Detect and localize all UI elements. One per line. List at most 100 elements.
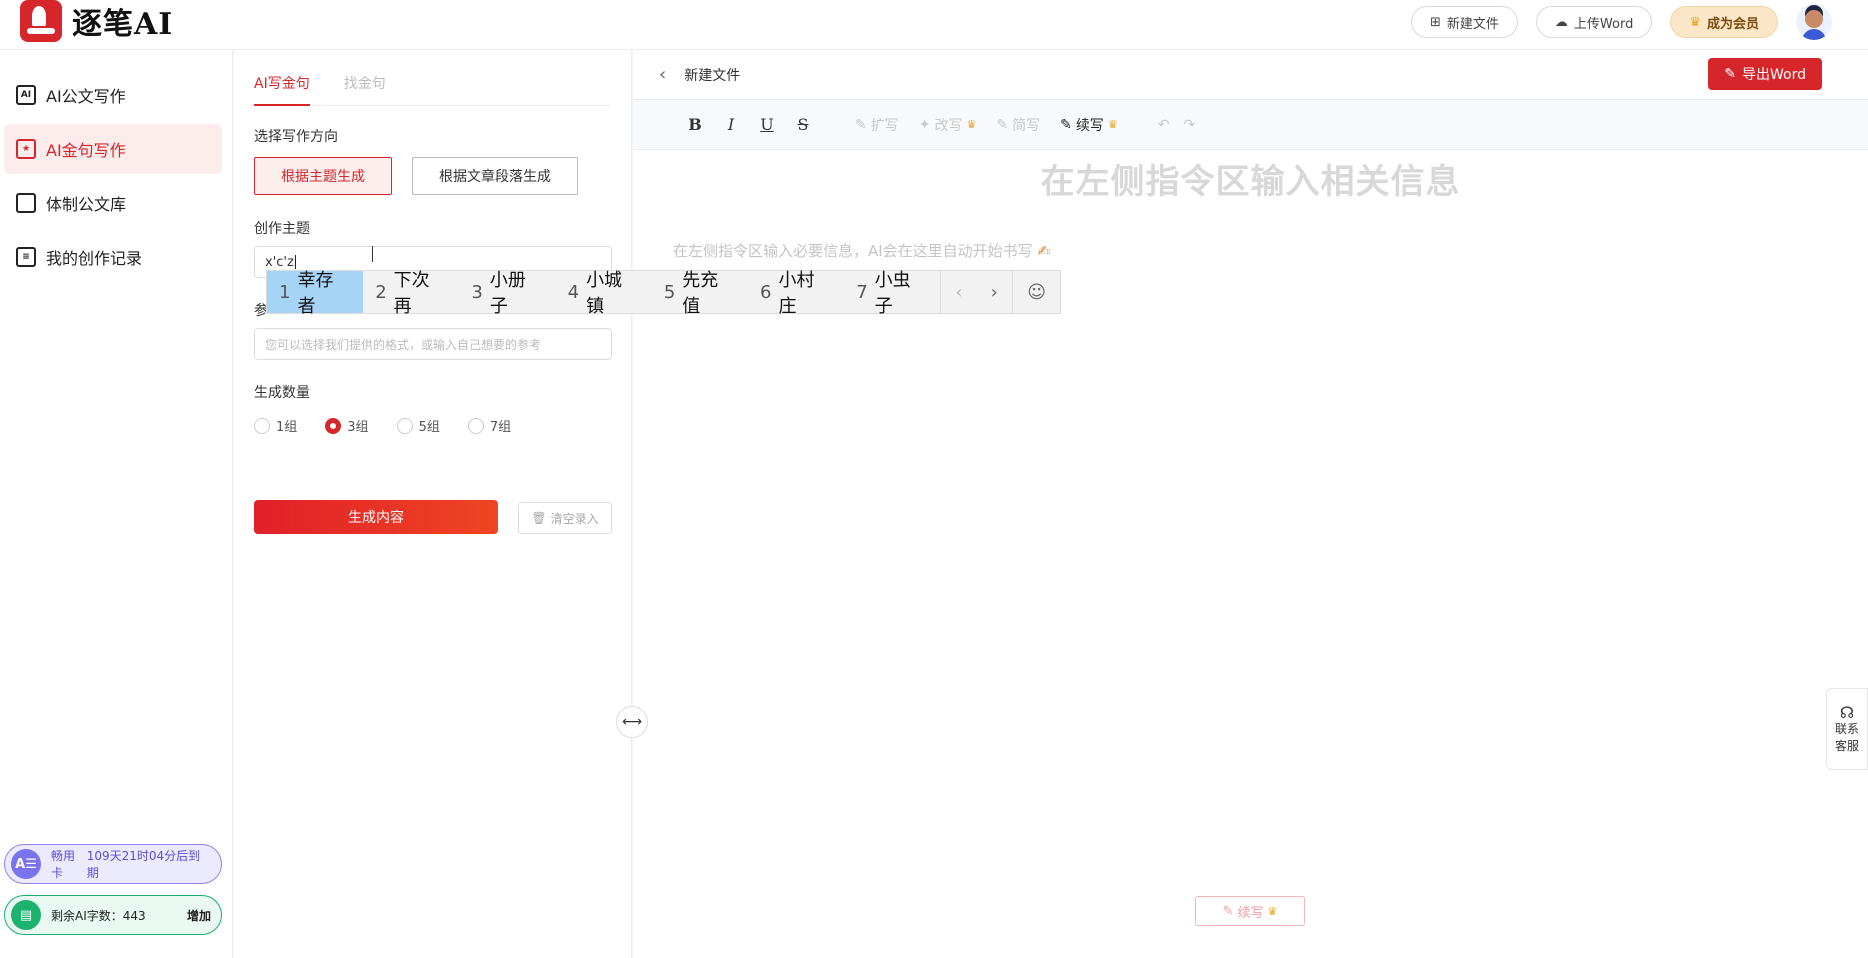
candidate-text: 小城镇 xyxy=(586,270,623,317)
vip-card[interactable]: A☰ 畅用卡 109天21时04分后到期 xyxy=(4,844,222,884)
text-caret xyxy=(294,255,296,269)
sidebar-item-label: AI公文写作 xyxy=(46,87,126,106)
candidate-text: 先充值 xyxy=(682,270,719,317)
candidate-number: 2 xyxy=(375,281,387,303)
expand-button[interactable]: ✎ 扩写 xyxy=(855,115,899,135)
ime-candidate[interactable]: 7 小虫子 xyxy=(844,270,940,317)
candidate-number: 1 xyxy=(279,281,291,303)
new-file-label: 新建文件 xyxy=(1446,16,1499,32)
add-words-button[interactable]: 增加 xyxy=(187,907,211,924)
direction-by-topic-button[interactable]: 根据主题生成 xyxy=(254,157,392,195)
candidate-text: 下次再 xyxy=(393,270,430,317)
underline-button[interactable]: U xyxy=(749,115,785,134)
sidebar-item-records[interactable]: ≡ 我的创作记录 xyxy=(4,232,222,282)
candidate-text: 小虫子 xyxy=(874,270,911,317)
crown-icon: ♛ xyxy=(1107,118,1118,131)
clear-button[interactable]: 🗑 清空录入 xyxy=(518,502,612,534)
ime-next-page-icon[interactable]: › xyxy=(976,271,1012,313)
topic-label: 创作主题 xyxy=(254,221,310,237)
count-radio-5[interactable]: 5组 xyxy=(396,416,440,435)
continue-button[interactable]: ✎ 续写 ♛ xyxy=(1060,115,1118,135)
customer-service-button[interactable]: ☊ 联系 客服 xyxy=(1826,688,1868,770)
candidate-text: 小册子 xyxy=(489,270,526,317)
candidate-number: 5 xyxy=(663,281,676,303)
logo-text: 逐笔AI xyxy=(72,7,174,42)
panel-resize-handle[interactable]: ⟷ xyxy=(616,706,648,738)
editor-hint-text: 在左侧指令区输入必要信息，AI会在这里自动开始书写 xyxy=(673,242,1033,260)
magic-wand-icon: ✦ xyxy=(918,116,931,133)
expand-label: 扩写 xyxy=(870,117,899,134)
expand-icon: ✎ xyxy=(855,116,867,133)
writing-hand-icon: ✍ xyxy=(1037,242,1051,260)
service-label-line1: 联系 xyxy=(1834,721,1859,736)
shorten-icon: ✎ xyxy=(996,116,1009,133)
export-word-button[interactable]: ✎ 导出Word xyxy=(1708,58,1822,90)
shorten-button[interactable]: ✎ 简写 xyxy=(996,115,1040,135)
count-radio-7[interactable]: 7组 xyxy=(467,416,512,435)
continue-label: 续写 xyxy=(1075,117,1104,134)
count-radio-group: 1组 3组 5组 7组 xyxy=(254,416,511,435)
new-file-button[interactable]: ⊞ 新建文件 xyxy=(1410,6,1518,38)
tab-find-quote[interactable]: 找金句 xyxy=(344,74,386,106)
sidebar-item-label: AI金句写作 xyxy=(46,141,126,160)
radio-circle xyxy=(325,417,342,434)
export-word-label: 导出Word xyxy=(1742,67,1806,83)
user-avatar[interactable] xyxy=(1796,4,1832,40)
ime-emoji-icon[interactable]: ☺ xyxy=(1012,271,1060,313)
crown-icon: ♛ xyxy=(1689,14,1701,30)
ime-candidate[interactable]: 4 小城镇 xyxy=(556,270,652,317)
service-label-line2: 客服 xyxy=(1834,738,1859,753)
upload-word-label: 上传Word xyxy=(1573,16,1634,32)
sidebar-item-ai-doc[interactable]: AI AI公文写作 xyxy=(4,70,222,120)
editor-title-placeholder[interactable]: 在左侧指令区输入相关信息 xyxy=(633,154,1868,203)
direction-by-paragraph-button[interactable]: 根据文章段落生成 xyxy=(412,157,578,195)
candidate-number: 6 xyxy=(760,281,772,303)
words-remaining: 剩余AI字数：443 xyxy=(51,908,146,923)
radio-label: 1组 xyxy=(276,420,298,435)
app-logo[interactable]: 逐笔AI xyxy=(20,0,173,42)
candidate-number: 3 xyxy=(471,281,483,303)
rewrite-button[interactable]: ✦ 改写 ♛ xyxy=(919,115,977,135)
radio-circle xyxy=(396,417,413,434)
italic-button[interactable]: I xyxy=(713,115,749,134)
radio-label: 5组 xyxy=(418,420,440,435)
count-radio-1[interactable]: 1组 xyxy=(254,416,297,435)
plus-file-icon: ⊞ xyxy=(1429,14,1441,30)
tab-ai-write-quote[interactable]: AI写金句 xyxy=(254,74,310,106)
logo-icon xyxy=(20,0,62,42)
rewrite-label: 改写 xyxy=(934,117,963,134)
ime-prev-page-icon[interactable]: ‹ xyxy=(940,271,976,313)
continue-icon: ✎ xyxy=(1060,116,1072,133)
editor-hint: 在左侧指令区输入必要信息，AI会在这里自动开始书写 ✍ xyxy=(673,240,1050,261)
upload-word-button[interactable]: ☁ 上传Word xyxy=(1535,6,1653,38)
ime-candidate[interactable]: 3 小册子 xyxy=(459,270,555,317)
ime-candidate[interactable]: 2 下次再 xyxy=(363,270,459,317)
ai-doc-icon: AI xyxy=(16,85,36,105)
back-icon[interactable]: ‹ xyxy=(659,64,666,85)
shorten-label: 简写 xyxy=(1012,117,1041,134)
sidebar-item-ai-quote[interactable]: ★ AI金句写作 xyxy=(4,124,222,174)
radio-circle xyxy=(254,417,270,434)
folder-icon xyxy=(16,193,36,213)
sidebar-item-library[interactable]: 体制公文库 xyxy=(4,178,222,228)
floating-continue-button[interactable]: ✎ 续写 ♛ xyxy=(1195,896,1305,926)
generate-button[interactable]: 生成内容 xyxy=(254,500,498,534)
redo-icon[interactable]: ↷ xyxy=(1183,117,1195,133)
undo-icon[interactable]: ↶ xyxy=(1158,117,1170,133)
vip-card-label: 畅用卡 xyxy=(51,849,76,880)
count-radio-3[interactable]: 3组 xyxy=(325,416,369,435)
reference-input[interactable]: 您可以选择我们提供的格式，或输入自己想要的参考 xyxy=(254,328,612,360)
text-cursor-icon xyxy=(372,246,378,262)
become-member-button[interactable]: ♛ 成为会员 xyxy=(1670,6,1778,38)
ime-candidate[interactable]: 5 先充值 xyxy=(652,270,748,317)
candidate-number: 7 xyxy=(856,281,868,303)
crown-icon: ♛ xyxy=(966,118,977,131)
direction-label: 选择写作方向 xyxy=(254,129,338,145)
bold-button[interactable]: B xyxy=(677,115,713,134)
strikethrough-button[interactable]: S xyxy=(785,115,821,134)
radio-label: 7组 xyxy=(489,420,512,435)
ime-candidate[interactable]: 1 幸存者 xyxy=(267,270,364,317)
become-member-label: 成为会员 xyxy=(1706,16,1759,32)
ime-candidate[interactable]: 6 小村庄 xyxy=(748,270,844,317)
clear-label: 清空录入 xyxy=(550,511,599,526)
